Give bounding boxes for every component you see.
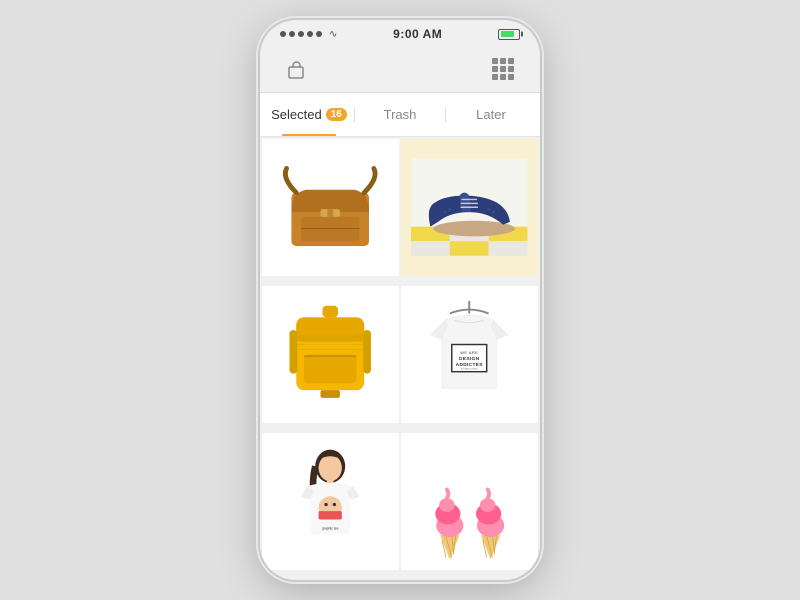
svg-text:graphic tee: graphic tee — [322, 527, 339, 531]
status-bar: ∿ 9:00 AM — [260, 20, 540, 48]
grid-menu-icon[interactable] — [492, 58, 516, 82]
product-cell-woman-tshirt[interactable]: graphic tee — [262, 433, 399, 570]
product-grid: WE ARE DESIGN ADDICTES a brand story — [260, 137, 540, 580]
product-cell-tshirt[interactable]: WE ARE DESIGN ADDICTES a brand story — [401, 286, 538, 423]
signal-dot-3 — [298, 31, 304, 37]
svg-text:DESIGN: DESIGN — [459, 356, 480, 362]
tab-selected-badge: 16 — [326, 108, 347, 121]
wifi-icon: ∿ — [329, 29, 337, 40]
tab-later-label: Later — [476, 107, 506, 122]
signal-dots: ∿ — [280, 29, 337, 40]
tab-selected[interactable]: Selected 16 — [264, 93, 354, 136]
svg-text:WE ARE: WE ARE — [461, 351, 479, 356]
tab-bar: Selected 16 Trash Later — [260, 93, 540, 137]
battery-fill — [501, 31, 515, 37]
status-time: 9:00 AM — [393, 27, 442, 41]
tab-selected-label: Selected — [271, 107, 322, 122]
bag-icon[interactable] — [284, 58, 308, 82]
app-content: Selected 16 Trash Later — [260, 92, 540, 580]
product-cell-icecream[interactable] — [401, 433, 538, 570]
battery-icon — [498, 29, 520, 40]
svg-text:a brand story: a brand story — [461, 367, 479, 371]
tab-trash[interactable]: Trash — [355, 93, 445, 136]
tab-trash-label: Trash — [384, 107, 417, 122]
product-cell-bag[interactable] — [262, 139, 399, 276]
tab-later[interactable]: Later — [446, 93, 536, 136]
product-cell-backpack[interactable] — [262, 286, 399, 423]
phone-frame: ∿ 9:00 AM Sele — [260, 20, 540, 580]
signal-dot-4 — [307, 31, 313, 37]
signal-dot-5 — [316, 31, 322, 37]
signal-dot-2 — [289, 31, 295, 37]
top-nav — [260, 48, 540, 92]
product-cell-shoe[interactable] — [401, 139, 538, 276]
signal-dot-1 — [280, 31, 286, 37]
